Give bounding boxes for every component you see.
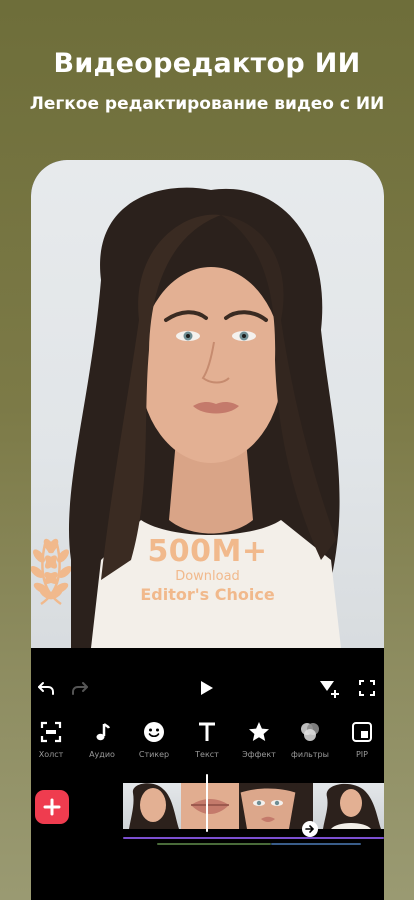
badge-download-count: 500M+ [147,534,268,569]
tool-filters[interactable]: фильтры [284,718,336,759]
play-icon[interactable] [192,674,220,702]
arrow-right-icon [305,825,315,833]
tool-label: Стикер [138,750,170,759]
badge-subtitle: Download [175,569,240,584]
text-icon [181,718,233,746]
tool-effect[interactable]: Эффект [233,718,285,759]
timeline-frame [181,783,239,829]
pip-icon [336,718,384,746]
music-note-icon [76,718,128,746]
phone-mockup: 500M+ Download Editor's Choice Холст Ауд… [31,160,384,900]
effect-track-line[interactable] [157,843,271,845]
fullscreen-icon[interactable] [353,674,381,702]
editors-choice-badge: 500M+ Download Editor's Choice [31,534,384,614]
tool-label: Холст [38,750,64,759]
tool-audio[interactable]: Аудио [76,718,128,759]
tool-text[interactable]: Текст [181,718,233,759]
tool-pip[interactable]: PIP [336,718,384,759]
timeline-frame [313,783,384,829]
timeline-frame [239,783,297,829]
add-clip-button[interactable] [35,790,69,824]
tool-label: Аудио [89,750,115,759]
playhead[interactable] [206,774,208,832]
audio-track-line[interactable] [123,837,384,839]
tool-label: Эффект [242,750,276,759]
redo-icon[interactable] [66,674,94,702]
keyframe-add-icon[interactable] [315,674,343,702]
tool-canvas[interactable]: Холст [31,718,77,759]
promo-subheadline: Легкое редактирование видео с ИИ [29,94,385,114]
tool-sticker[interactable]: Стикер [128,718,180,759]
canvas-icon [31,718,77,746]
smiley-icon [128,718,180,746]
tool-label: PIP [355,750,368,759]
timeline-frame [123,783,181,829]
text-track-line[interactable] [271,843,361,845]
portrait-photo: 500M+ Download Editor's Choice [31,160,384,648]
undo-icon[interactable] [32,674,60,702]
transition-button[interactable] [302,821,318,837]
plus-icon [43,798,61,816]
badge-title: Editor's Choice [140,585,275,604]
filters-icon [284,718,336,746]
timeline-strip[interactable] [123,783,384,829]
tool-label: Текст [195,750,219,759]
tool-label: фильтры [291,750,329,759]
star-icon [233,718,285,746]
promo-headline: Видеоредактор ИИ [53,48,361,79]
